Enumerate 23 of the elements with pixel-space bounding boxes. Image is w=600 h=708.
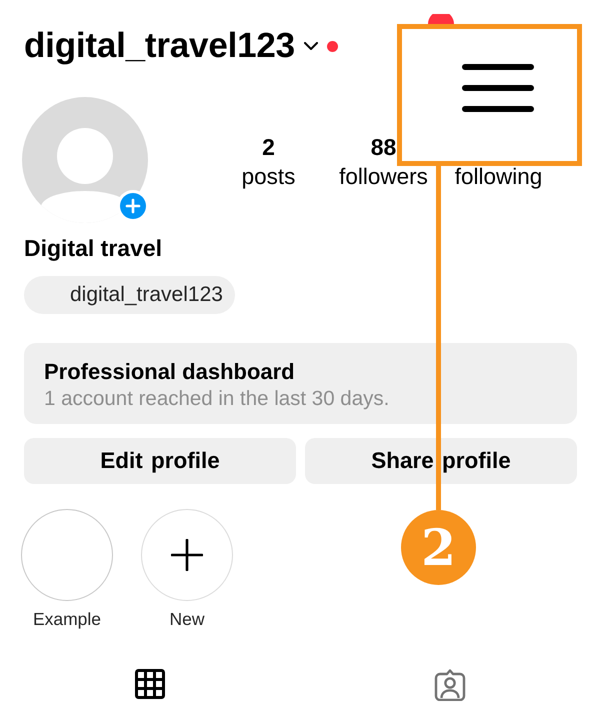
profile-action-button[interactable]: Share profile xyxy=(305,438,577,484)
plus-icon xyxy=(171,539,203,571)
avatar-placeholder[interactable] xyxy=(22,97,148,223)
add-plus-icon[interactable] xyxy=(117,190,149,222)
grid-tab-icon[interactable] xyxy=(135,669,165,699)
step-number-badge: 2 xyxy=(401,510,476,585)
stat-count: 88 xyxy=(370,134,396,160)
account-switcher-button[interactable]: digital_travel123 xyxy=(24,26,318,66)
tagged-person-tab-icon[interactable] xyxy=(434,669,466,701)
professional-dashboard-card[interactable]: Professional dashboard 1 account reached in the last 30 days. xyxy=(24,343,577,424)
stat-count: 2 xyxy=(262,134,275,160)
chevron-down-icon xyxy=(304,42,318,50)
profile-action-button[interactable]: Edit profile xyxy=(24,438,296,484)
threads-handle-pill[interactable]: digital_travel123 xyxy=(24,276,235,314)
profile-name: Digital travel xyxy=(24,235,162,261)
menu-icon[interactable] xyxy=(462,64,534,112)
stat-label[interactable]: following xyxy=(454,166,542,188)
stat-label[interactable]: posts xyxy=(242,166,296,188)
stat-label[interactable]: followers xyxy=(339,166,428,188)
dashboard-title: Professional dashboard xyxy=(44,359,295,385)
highlight-label: New xyxy=(169,609,204,629)
dashboard-subtitle: 1 account reached in the last 30 days. xyxy=(44,387,390,411)
highlight-label: Example xyxy=(32,609,102,629)
